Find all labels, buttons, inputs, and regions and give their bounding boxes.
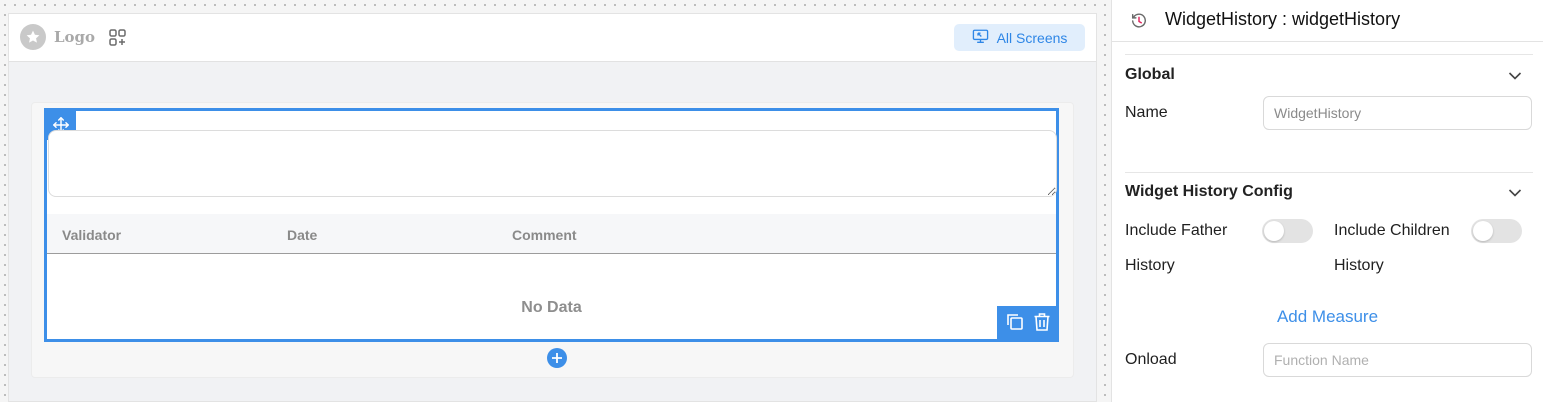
include-children-label-2: History: [1334, 257, 1384, 274]
all-screens-label: All Screens: [996, 29, 1068, 46]
include-children-toggle[interactable]: [1471, 219, 1522, 243]
properties-panel: WidgetHistory : widgetHistory Global Nam…: [1111, 0, 1543, 402]
include-father-label: Include Father: [1125, 222, 1228, 239]
panel-header: WidgetHistory : widgetHistory: [1112, 0, 1543, 42]
column-header-comment: Comment: [512, 227, 577, 243]
section-title-global[interactable]: Global: [1125, 66, 1175, 84]
include-father-label-2: History: [1125, 257, 1175, 274]
column-header-date: Date: [287, 227, 318, 243]
logo: Logo: [20, 24, 95, 50]
all-screens-button[interactable]: All Screens: [954, 24, 1085, 51]
widget-toolbar: [997, 306, 1059, 342]
divider: [1125, 54, 1533, 55]
duplicate-icon[interactable]: [1005, 312, 1025, 336]
include-children-label: Include Children: [1334, 222, 1450, 239]
include-father-toggle[interactable]: [1262, 219, 1313, 243]
column-header-validator: Validator: [62, 227, 122, 243]
logo-text: Logo: [54, 28, 96, 46]
history-table-header: Validator Date Comment: [47, 214, 1056, 254]
empty-state-text: No Data: [521, 299, 582, 316]
trash-icon[interactable]: [1033, 312, 1051, 336]
section-title-widget-history-config[interactable]: Widget History Config: [1125, 183, 1293, 201]
onload-function-input[interactable]: [1263, 343, 1532, 377]
name-label: Name: [1125, 104, 1168, 121]
onload-label: Onload: [1125, 351, 1177, 368]
widget-history-component[interactable]: Validator Date Comment No Data: [44, 108, 1059, 342]
comment-textarea[interactable]: [48, 130, 1057, 197]
add-measure-link[interactable]: Add Measure: [1112, 307, 1543, 327]
panel-title: WidgetHistory : widgetHistory: [1165, 9, 1401, 29]
divider: [1125, 172, 1533, 173]
screen-canvas: Logo All Screens Validator Date Comment …: [8, 13, 1097, 402]
toggle-knob: [1264, 221, 1284, 241]
star-icon: [20, 24, 46, 50]
apps-add-icon[interactable]: [108, 28, 128, 48]
screen-header: Logo All Screens: [9, 14, 1096, 62]
add-component-icon[interactable]: [547, 348, 567, 368]
history-icon: [1130, 12, 1148, 30]
chevron-down-icon[interactable]: [1508, 188, 1522, 198]
toggle-knob: [1473, 221, 1493, 241]
name-input[interactable]: [1263, 96, 1532, 130]
chevron-down-icon[interactable]: [1508, 71, 1522, 81]
monitor-icon: [972, 29, 989, 47]
